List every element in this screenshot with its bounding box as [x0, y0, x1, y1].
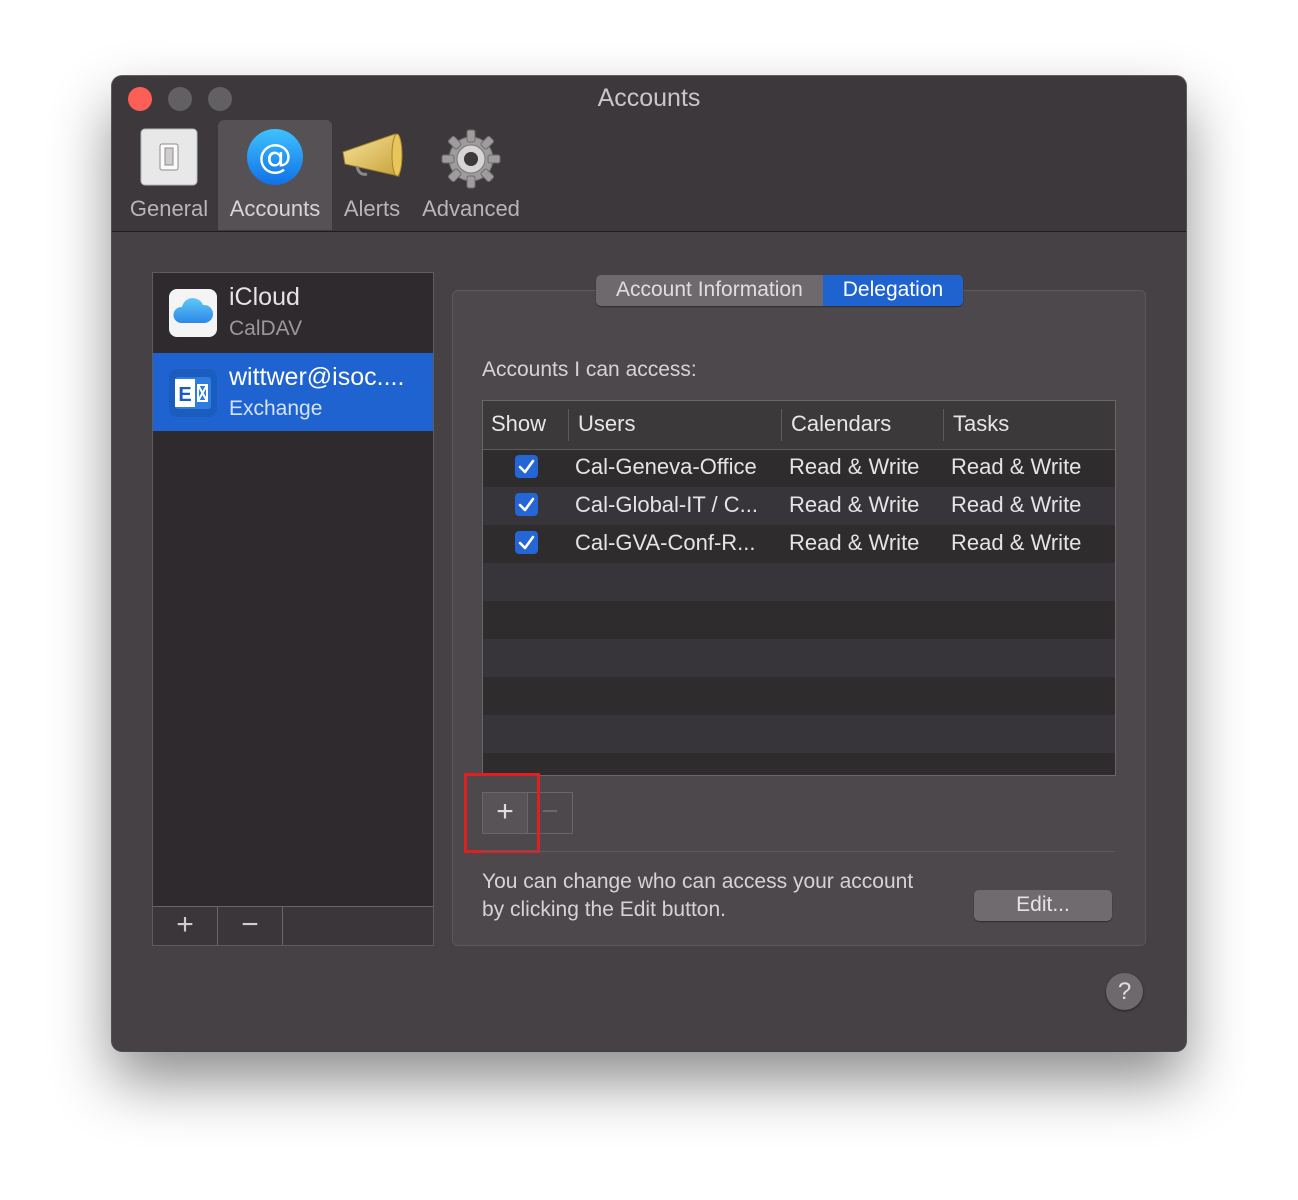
account-item-exchange[interactable]: E wittwer@isoc.... Exchange — [153, 353, 433, 431]
cell-user: Cal-Global-IT / C... — [575, 492, 758, 517]
tab-control: Account Information Delegation — [596, 275, 964, 306]
account-name: wittwer@isoc.... — [229, 363, 405, 391]
account-list: iCloud CalDAV E wittwer@isoc.... Exchang… — [152, 272, 434, 946]
highlight-box — [464, 773, 540, 853]
table-header: Show Users Calendars Tasks — [483, 401, 1115, 450]
window-title: Accounts — [597, 84, 701, 112]
cell-calendars: Read & Write — [789, 492, 920, 517]
toolbar-label-advanced: Advanced — [422, 196, 520, 221]
add-account-button[interactable]: + — [153, 907, 218, 945]
toolbar-label-alerts: Alerts — [343, 196, 401, 221]
cell-calendars: Read & Write — [789, 530, 920, 555]
switch-icon — [140, 128, 198, 192]
toolbar-label-accounts: Accounts — [229, 196, 321, 221]
table-row[interactable]: Cal-Global-IT / C... Read & Write Read &… — [483, 487, 1115, 525]
account-list-controls: + − — [153, 906, 433, 945]
titlebar: Accounts General @ Accounts Alerts Advan… — [112, 76, 1186, 232]
column-separator — [943, 409, 944, 441]
icloud-icon — [169, 289, 217, 337]
cell-calendars: Read & Write — [789, 454, 920, 479]
cell-tasks: Read & Write — [951, 530, 1082, 555]
table-row-empty — [483, 563, 1115, 601]
show-checkbox[interactable] — [515, 455, 538, 478]
column-header-users[interactable]: Users — [578, 401, 635, 449]
help-button[interactable]: ? — [1106, 973, 1143, 1010]
megaphone-icon — [339, 130, 405, 192]
divider — [482, 851, 1114, 852]
svg-text:@: @ — [258, 137, 292, 177]
table-row-empty — [483, 715, 1115, 753]
table-row-empty — [483, 601, 1115, 639]
column-separator — [781, 409, 782, 441]
column-header-calendars[interactable]: Calendars — [791, 401, 891, 449]
toolbar-general[interactable]: General — [124, 120, 214, 230]
tab-account-information[interactable]: Account Information — [596, 275, 823, 306]
cell-user: Cal-GVA-Conf-R... — [575, 530, 756, 555]
account-type: CalDAV — [229, 317, 303, 340]
delegation-description: You can change who can access your accou… — [482, 870, 914, 921]
table-row-empty — [483, 677, 1115, 715]
accounts-window: Accounts General @ Accounts Alerts Advan… — [112, 76, 1186, 1051]
toolbar-label-general: General — [129, 196, 209, 221]
tab-delegation[interactable]: Delegation — [822, 275, 964, 306]
table-row[interactable]: Cal-Geneva-Office Read & Write Read & Wr… — [483, 449, 1115, 487]
svg-text:E: E — [178, 384, 191, 406]
cell-tasks: Read & Write — [951, 454, 1082, 479]
show-checkbox[interactable] — [515, 531, 538, 554]
remove-account-button[interactable]: − — [218, 907, 283, 945]
cell-tasks: Read & Write — [951, 492, 1082, 517]
edit-button[interactable]: Edit... — [974, 890, 1112, 921]
accounts-access-label: Accounts I can access: — [482, 358, 697, 381]
cell-user: Cal-Geneva-Office — [575, 454, 757, 479]
toolbar-accounts[interactable]: @ Accounts — [218, 120, 332, 230]
checkmark-icon — [518, 459, 535, 474]
show-checkbox[interactable] — [515, 493, 538, 516]
table-row-empty — [483, 639, 1115, 677]
gear-icon — [440, 128, 502, 196]
at-icon: @ — [246, 128, 304, 192]
column-header-show[interactable]: Show — [491, 401, 546, 449]
table-row[interactable]: Cal-GVA-Conf-R... Read & Write Read & Wr… — [483, 525, 1115, 563]
exchange-icon: E — [169, 369, 217, 417]
toolbar-advanced[interactable]: Advanced — [418, 120, 524, 230]
column-header-tasks[interactable]: Tasks — [953, 401, 1009, 449]
delegation-table: Show Users Calendars Tasks Cal-Geneva-Of… — [482, 400, 1116, 776]
toolbar-alerts[interactable]: Alerts — [336, 120, 408, 230]
checkmark-icon — [518, 535, 535, 550]
account-name: iCloud — [229, 283, 300, 311]
table-row-empty — [483, 753, 1115, 775]
checkmark-icon — [518, 497, 535, 512]
column-separator — [568, 409, 569, 441]
account-type: Exchange — [229, 397, 323, 420]
account-item-icloud[interactable]: iCloud CalDAV — [153, 273, 433, 351]
